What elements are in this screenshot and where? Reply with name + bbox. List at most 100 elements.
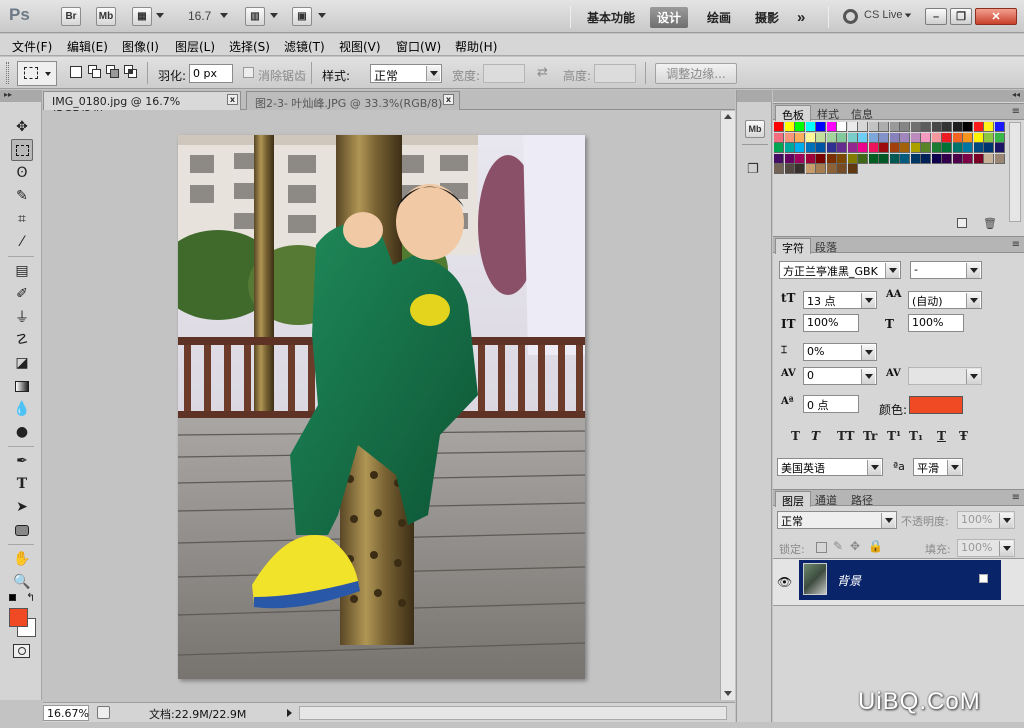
color-swatch[interactable] [889, 153, 900, 164]
color-swatch[interactable] [805, 143, 816, 153]
zoom-level-value[interactable]: 16.7 [188, 9, 211, 23]
hand-tool-icon[interactable]: ✋ [11, 548, 33, 570]
fill-input[interactable]: 100% [957, 539, 1015, 557]
color-swatch[interactable] [837, 132, 847, 143]
color-swatch[interactable] [795, 132, 805, 143]
lock-position-icon[interactable]: ✥ [850, 539, 860, 553]
gradient-tool-icon[interactable] [11, 375, 33, 397]
add-to-selection-icon[interactable] [88, 65, 102, 79]
color-swatch[interactable] [826, 164, 837, 174]
color-swatch[interactable] [952, 132, 963, 143]
clone-stamp-tool-icon[interactable]: ⏚ [11, 306, 33, 328]
tab-layers[interactable]: 图层 [775, 491, 811, 508]
color-swatch[interactable] [994, 122, 1005, 132]
vertical-scrollbar[interactable] [720, 111, 735, 700]
healing-brush-tool-icon[interactable]: ▤ [11, 260, 33, 282]
style-select[interactable]: 正常 [370, 64, 442, 83]
minimize-button[interactable]: – [925, 8, 947, 25]
intersect-selection-icon[interactable] [124, 65, 138, 79]
panel-menu-icon[interactable]: ≡ [1012, 492, 1020, 503]
color-swatch[interactable] [973, 132, 984, 143]
color-swatch[interactable] [942, 132, 952, 143]
antialias-method-select[interactable]: 平滑 [913, 458, 963, 476]
color-swatch[interactable] [795, 143, 805, 153]
icon-strip-header[interactable] [737, 90, 772, 102]
options-grip-handle[interactable] [6, 62, 9, 84]
menu-filter[interactable]: 滤镜(T) [284, 38, 325, 55]
color-swatch[interactable] [994, 153, 1005, 164]
color-swatch[interactable] [952, 143, 963, 153]
color-swatch[interactable] [984, 153, 994, 164]
quick-selection-tool-icon[interactable]: ✎ [11, 185, 33, 207]
menu-layer[interactable]: 图层(L) [175, 38, 215, 55]
path-selection-tool-icon[interactable]: ➤ [11, 496, 33, 518]
default-colors-icon[interactable] [9, 594, 16, 601]
color-swatch[interactable] [837, 143, 847, 153]
color-swatch[interactable] [774, 122, 784, 132]
color-swatch[interactable] [942, 143, 952, 153]
color-swatch[interactable] [858, 132, 868, 143]
color-swatch[interactable] [868, 122, 879, 132]
mini-bridge-panel-icon[interactable]: Mb [745, 120, 765, 138]
color-swatch[interactable] [900, 153, 910, 164]
font-size-select[interactable]: 13 点 [803, 291, 877, 309]
menu-help[interactable]: 帮助(H) [455, 38, 497, 55]
color-swatch[interactable] [973, 122, 984, 132]
color-swatch[interactable] [900, 122, 910, 132]
screen-mode-chevron-down-icon[interactable] [318, 13, 326, 18]
layer-row-background[interactable]: 背景 [799, 560, 1001, 600]
color-swatch[interactable] [784, 132, 795, 143]
color-swatch[interactable] [973, 153, 984, 164]
workspace-photography[interactable]: 摄影 [748, 7, 786, 28]
color-swatch[interactable] [879, 122, 889, 132]
faux-bold-button[interactable]: T [791, 429, 800, 443]
dodge-tool-icon[interactable]: ● [11, 421, 33, 443]
eraser-tool-icon[interactable]: ◪ [11, 352, 33, 374]
extras-chevron-down-icon[interactable] [156, 13, 164, 18]
cs-live-label[interactable]: CS Live [864, 9, 903, 21]
tab-close-icon[interactable]: x [443, 94, 454, 105]
crop-tool-icon[interactable]: ⌗ [11, 208, 33, 230]
color-swatch[interactable] [837, 164, 847, 174]
color-swatch[interactable] [826, 143, 837, 153]
arrange-chevron-down-icon[interactable] [270, 13, 278, 18]
antialias-checkbox[interactable] [243, 67, 254, 78]
menu-view[interactable]: 视图(V) [339, 38, 381, 55]
collapse-icon[interactable]: ▸▸ [4, 90, 12, 99]
collapse-panels-icon[interactable]: ◂◂ [1012, 90, 1020, 99]
color-swatch[interactable] [931, 122, 942, 132]
eyedropper-tool-icon[interactable]: ⁄ [11, 231, 33, 253]
refine-edge-button[interactable]: 调整边缘... [655, 63, 737, 84]
color-swatch[interactable] [868, 153, 879, 164]
small-caps-button[interactable]: Tr [863, 429, 877, 443]
text-color-swatch[interactable] [909, 396, 963, 414]
horizontal-scale-input[interactable]: 100% [908, 314, 964, 332]
color-swatch[interactable] [900, 132, 910, 143]
history-brush-tool-icon[interactable]: ☡ [11, 329, 33, 351]
panel-menu-icon[interactable]: ≡ [1012, 106, 1020, 117]
tab-swatches[interactable]: 色板 [775, 105, 811, 122]
color-swatch[interactable] [931, 132, 942, 143]
kerning-select[interactable]: 0 [803, 367, 877, 385]
leading-select[interactable]: (自动) [908, 291, 982, 309]
color-swatch[interactable] [963, 122, 973, 132]
color-swatch[interactable] [795, 164, 805, 174]
tool-preset-picker[interactable] [17, 61, 57, 86]
color-swatch[interactable] [994, 143, 1005, 153]
baseline-shift-input[interactable]: 0 点 [803, 395, 859, 413]
color-swatch[interactable] [805, 132, 816, 143]
opacity-input[interactable]: 100% [957, 511, 1015, 529]
status-menu-icon[interactable] [287, 709, 292, 717]
lock-all-icon[interactable]: 🔒 [868, 539, 883, 553]
tab-close-icon[interactable]: x [227, 94, 238, 105]
color-swatch[interactable] [879, 132, 889, 143]
rectangular-marquee-tool-icon[interactable] [11, 139, 33, 161]
tools-panel-header[interactable]: ▸▸ [0, 90, 42, 102]
color-swatch[interactable] [774, 153, 784, 164]
color-swatch[interactable] [984, 143, 994, 153]
superscript-button[interactable]: T¹ [887, 429, 901, 443]
color-swatch[interactable] [868, 132, 879, 143]
color-swatch[interactable] [889, 132, 900, 143]
color-swatch[interactable] [774, 132, 784, 143]
layer-visibility-eye-icon[interactable]: 👁 [777, 575, 792, 589]
